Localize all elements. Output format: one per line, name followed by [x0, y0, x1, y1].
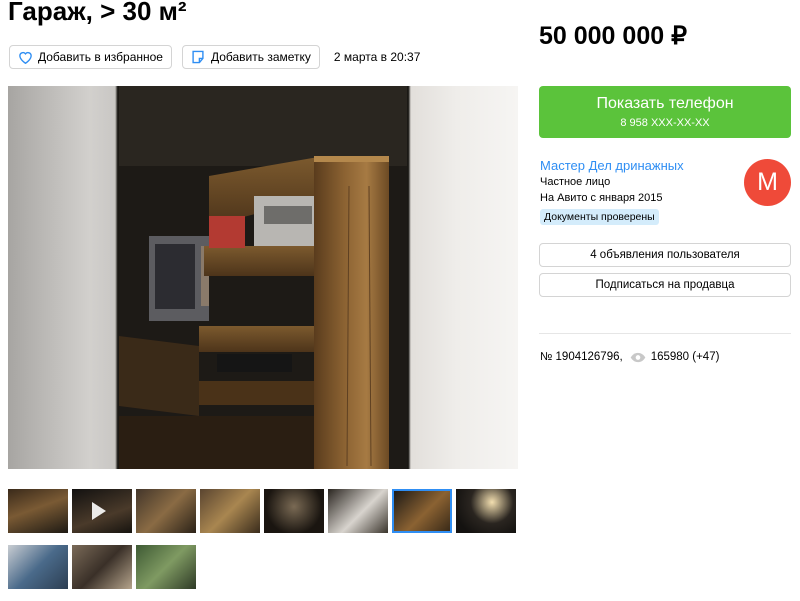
- add-to-favorites-label: Добавить в избранное: [38, 50, 163, 64]
- phone-masked: 8 958 XXX-XX-XX: [620, 117, 710, 129]
- add-to-favorites-button[interactable]: Добавить в избранное: [9, 45, 172, 69]
- thumbnail[interactable]: [264, 489, 324, 533]
- eye-icon: [630, 352, 646, 363]
- seller-since: На Авито с января 2015: [540, 192, 663, 204]
- thumbnail[interactable]: [72, 545, 132, 589]
- listing-actions: Добавить в избранное Добавить заметку 2 …: [9, 45, 420, 69]
- thumbnail-selected[interactable]: [392, 489, 452, 533]
- listing-title: Гараж, > 30 м²: [8, 0, 187, 26]
- main-photo-viewer[interactable]: [8, 86, 518, 469]
- show-phone-button[interactable]: Показать телефон 8 958 XXX-XX-XX: [539, 86, 791, 138]
- thumbnail[interactable]: [328, 489, 388, 533]
- listing-meta: № 1904126796, 165980 (+47): [540, 351, 719, 363]
- thumbnail[interactable]: [456, 489, 516, 533]
- documents-verified-badge: Документы проверены: [540, 209, 659, 225]
- add-note-label: Добавить заметку: [210, 50, 311, 64]
- play-icon: [92, 502, 106, 520]
- photo-thumbnails: [8, 489, 528, 601]
- seller-name-link[interactable]: Мастер Дел дринажных: [540, 158, 740, 174]
- show-phone-label: Показать телефон: [596, 95, 734, 112]
- seller-info: Мастер Дел дринажных Частное лицо На Ави…: [540, 158, 740, 225]
- seller-listings-button[interactable]: 4 объявления пользователя: [539, 243, 791, 267]
- seller-type: Частное лицо: [540, 176, 611, 188]
- thumbnail[interactable]: [8, 489, 68, 533]
- thumbnail[interactable]: [200, 489, 260, 533]
- thumbnail[interactable]: [136, 489, 196, 533]
- thumbnail[interactable]: [136, 545, 196, 589]
- main-photo: [119, 86, 407, 469]
- thumbnail[interactable]: [8, 545, 68, 589]
- view-count: 165980 (+47): [650, 351, 720, 363]
- heart-icon: [17, 49, 33, 65]
- listing-date: 2 марта в 20:37: [333, 50, 421, 64]
- divider: [539, 333, 791, 334]
- note-icon: [190, 49, 206, 65]
- add-note-button[interactable]: Добавить заметку: [181, 45, 320, 69]
- listing-number: № 1904126796,: [540, 351, 623, 363]
- video-thumbnail[interactable]: [72, 489, 132, 533]
- subscribe-seller-button[interactable]: Подписаться на продавца: [539, 273, 791, 297]
- listing-price: 50 000 000 ₽: [539, 22, 687, 50]
- seller-avatar[interactable]: М: [744, 159, 791, 206]
